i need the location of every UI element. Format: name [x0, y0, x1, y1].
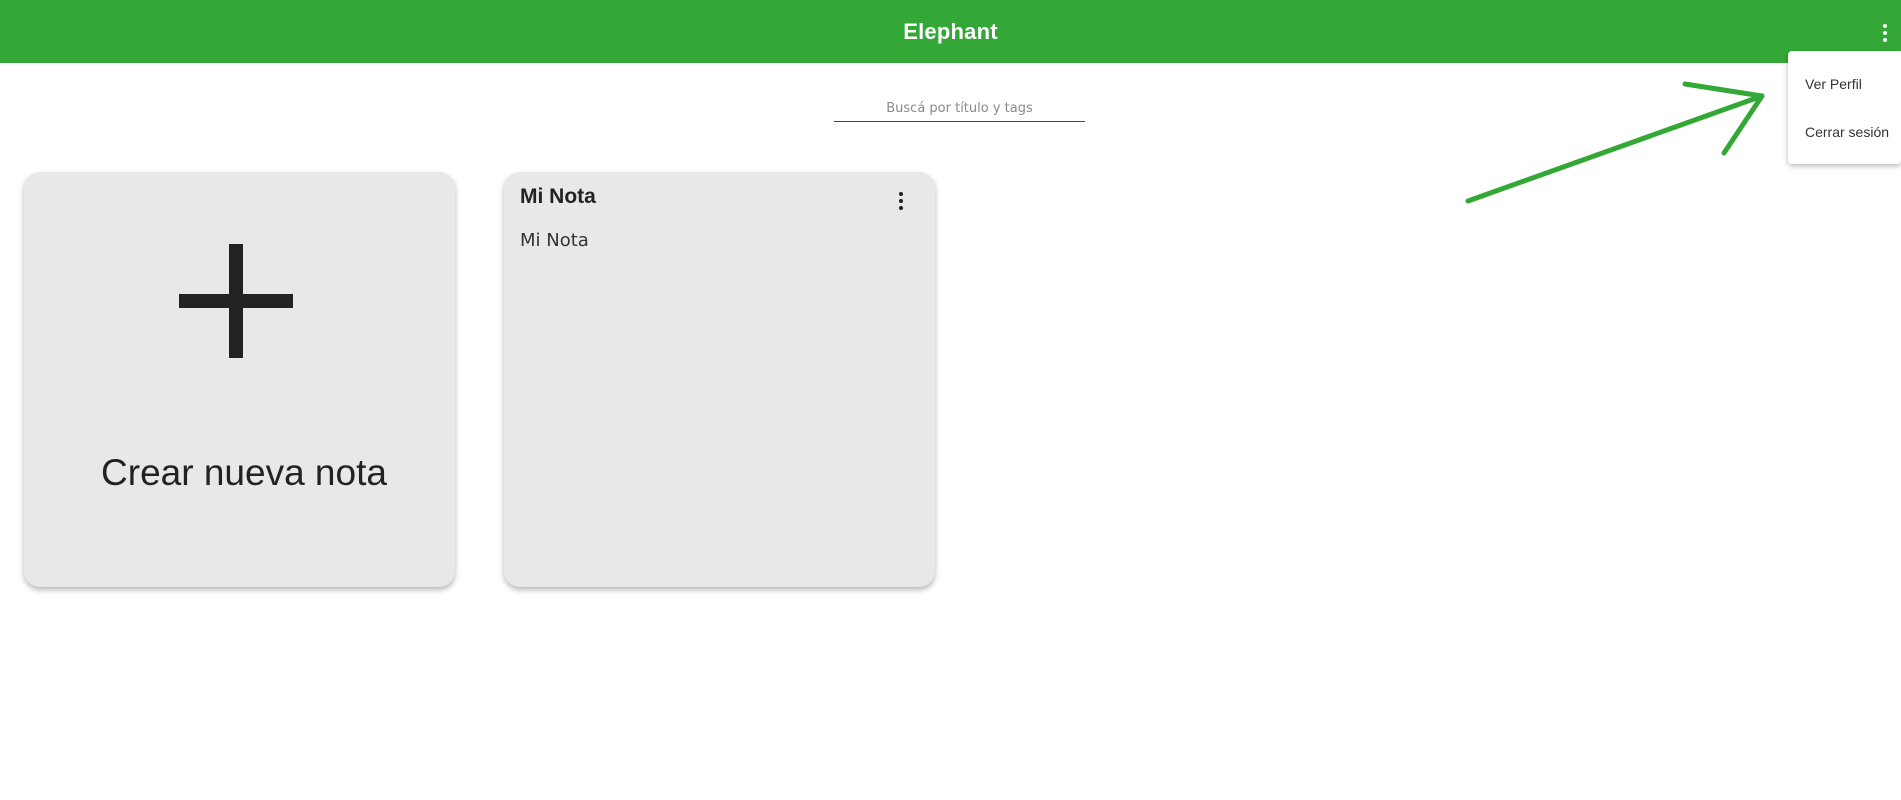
plus-icon-horizontal	[179, 294, 293, 308]
plus-icon	[179, 244, 293, 358]
more-vert-icon[interactable]	[1877, 20, 1893, 46]
menu-dot	[899, 192, 903, 196]
user-dropdown-menu: Ver Perfil Cerrar sesión	[1788, 51, 1901, 164]
create-note-label: Crear nueva nota	[101, 452, 387, 493]
more-vert-icon[interactable]	[893, 188, 909, 214]
app-title: Elephant	[903, 18, 998, 44]
menu-item-cerrar-sesion[interactable]: Cerrar sesión	[1788, 116, 1901, 164]
menu-dot	[899, 206, 903, 210]
note-body: Mi Nota	[520, 230, 589, 251]
note-title: Mi Nota	[520, 185, 596, 208]
menu-dot	[1883, 31, 1887, 35]
search-box	[834, 96, 1085, 122]
menu-dot	[899, 199, 903, 203]
search-input[interactable]	[834, 96, 1085, 120]
note-card[interactable]: Mi Nota Mi Nota	[504, 172, 935, 587]
menu-dot	[1883, 38, 1887, 42]
create-note-card[interactable]: Crear nueva nota	[24, 172, 455, 587]
menu-dot	[1883, 24, 1887, 28]
app-header: Elephant	[0, 0, 1901, 63]
page: Elephant Ver Perfil Cerrar sesión Crear …	[0, 0, 1901, 800]
menu-item-ver-perfil[interactable]: Ver Perfil	[1788, 68, 1901, 116]
